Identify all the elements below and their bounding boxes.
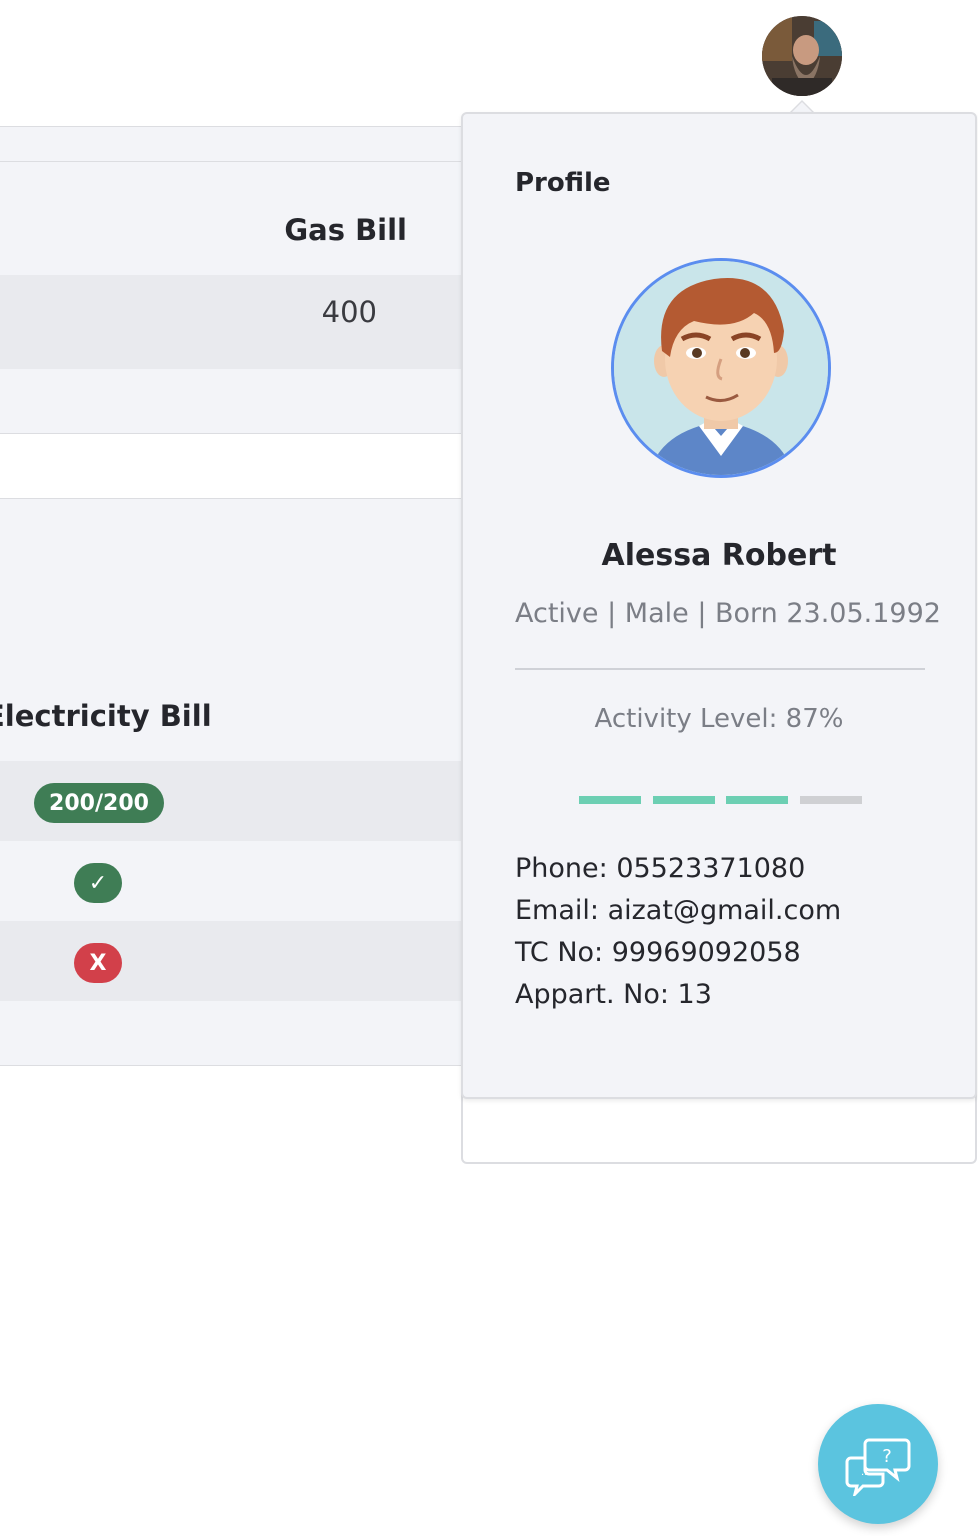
electricity-bill-table: Electricity Bill 200/200 ✓ X bbox=[0, 498, 478, 1066]
profile-email: Email: aizat@gmail.com bbox=[515, 895, 842, 926]
profile-popover: Profile Alessa Robert Active | Male | Bo… bbox=[461, 112, 977, 1099]
divider bbox=[515, 668, 925, 670]
profile-name: Alessa Robert bbox=[601, 538, 837, 573]
gas-bill-table: Gas Bill 400 bbox=[0, 126, 478, 434]
table-row: ✓ bbox=[0, 841, 477, 921]
activity-level-label: Activity Level: 87% bbox=[594, 704, 844, 734]
activity-segment bbox=[653, 796, 715, 804]
profile-appart: Appart. No: 13 bbox=[515, 979, 712, 1010]
activity-segment bbox=[800, 796, 862, 804]
user-avatar-photo bbox=[762, 16, 842, 96]
check-icon: ✓ bbox=[74, 863, 122, 903]
svg-text:···: ··· bbox=[861, 1470, 871, 1481]
user-avatar[interactable] bbox=[762, 16, 842, 96]
table-row: X bbox=[0, 921, 477, 1001]
table-row: 400 bbox=[0, 275, 477, 369]
activity-level-bar bbox=[579, 796, 863, 804]
profile-phone: Phone: 05523371080 bbox=[515, 853, 806, 884]
profile-meta: Active | Male | Born 23.05.1992 bbox=[515, 598, 941, 629]
profile-details: Phone: 05523371080 Email: aizat@gmail.co… bbox=[515, 848, 841, 1016]
gas-bill-value: 400 bbox=[321, 295, 377, 329]
gas-bill-header: Gas Bill bbox=[284, 213, 407, 247]
x-icon: X bbox=[74, 943, 122, 983]
profile-avatar bbox=[611, 258, 831, 478]
profile-avatar-illustration bbox=[614, 261, 828, 475]
table-top-strip bbox=[0, 127, 477, 162]
table-row: 200/200 bbox=[0, 761, 477, 841]
electricity-bill-header: Electricity Bill bbox=[0, 699, 212, 733]
status-badge: 200/200 bbox=[34, 783, 164, 823]
activity-segment bbox=[579, 796, 641, 804]
chat-help-icon: ? ··· bbox=[845, 1438, 911, 1496]
help-chat-button[interactable]: ? ··· bbox=[818, 1404, 938, 1524]
svg-text:?: ? bbox=[882, 1446, 892, 1467]
profile-title: Profile bbox=[515, 168, 611, 198]
activity-segment bbox=[726, 796, 788, 804]
profile-tc: TC No: 99969092058 bbox=[515, 937, 801, 968]
